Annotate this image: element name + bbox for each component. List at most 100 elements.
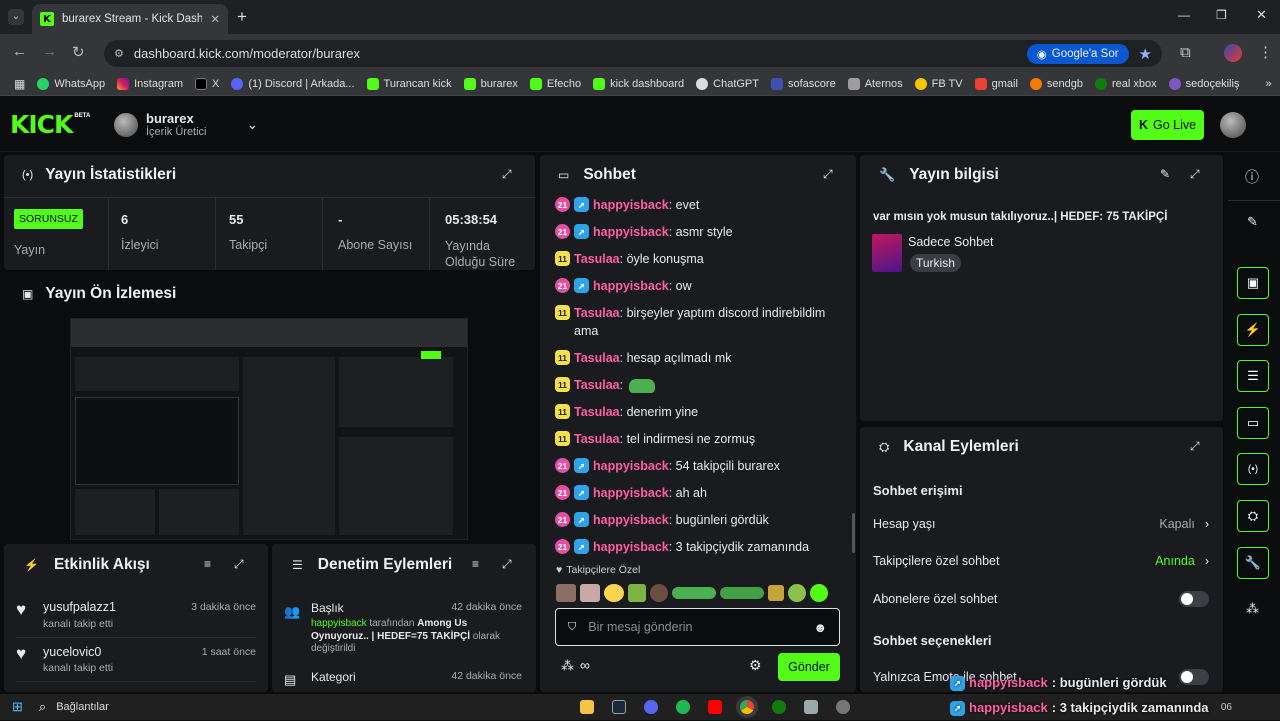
edit-icon[interactable]: ✎: [1247, 214, 1258, 230]
tab-search-icon[interactable]: ⌄: [8, 9, 24, 25]
bookmark-efecho[interactable]: Efecho: [524, 77, 587, 90]
bookmark-gmail[interactable]: gmail: [969, 77, 1024, 90]
google-ask-button[interactable]: ◉ Google'a Sor: [1026, 43, 1129, 64]
chat-username[interactable]: Tasulaa: [574, 351, 620, 365]
chat-username[interactable]: happyisback: [593, 279, 669, 293]
subs-chat-toggle[interactable]: [1179, 591, 1209, 607]
chat-widget-button[interactable]: ▭: [1237, 407, 1269, 439]
reload-icon[interactable]: ↻: [72, 43, 85, 61]
bookmark-fbtv[interactable]: FB TV: [909, 77, 969, 90]
apps-grid-icon[interactable]: ▦: [8, 77, 31, 91]
expand-icon[interactable]: ⤢: [502, 557, 512, 572]
emote-icon[interactable]: [810, 584, 828, 602]
discord-icon[interactable]: [643, 700, 658, 714]
expand-icon[interactable]: ⤢: [234, 557, 244, 572]
browser-tab[interactable]: K burarex Stream - Kick Dashboar ✕: [32, 4, 228, 34]
expand-icon[interactable]: ⤢: [1190, 439, 1200, 454]
tab-close-icon[interactable]: ✕: [210, 12, 220, 26]
bookmark-realxbox[interactable]: real xbox: [1089, 77, 1163, 90]
new-tab-icon[interactable]: +: [237, 7, 247, 27]
maximize-icon[interactable]: ❐: [1216, 8, 1227, 22]
filter-icon[interactable]: ≡: [472, 557, 479, 571]
bookmarks-overflow-icon[interactable]: »: [1259, 78, 1277, 90]
remote-desktop-icon[interactable]: [803, 700, 818, 714]
kick-emotes-icon[interactable]: ⁂: [561, 658, 574, 674]
chat-username[interactable]: happyisback: [593, 540, 669, 554]
emoji-icon[interactable]: ☻: [813, 620, 827, 635]
bookmark-star-icon[interactable]: ★: [1139, 45, 1152, 63]
windows-start-icon[interactable]: ⊞: [12, 699, 23, 715]
emote-icon[interactable]: [604, 584, 624, 602]
emote-icon[interactable]: [672, 587, 716, 599]
chat-input[interactable]: ⛉ Bir mesaj gönderin ☻: [555, 608, 840, 646]
actions-widget-button[interactable]: ⛭: [1237, 500, 1269, 532]
spotify-icon[interactable]: [675, 700, 690, 714]
send-button[interactable]: Gönder: [778, 653, 840, 681]
edit-icon[interactable]: ✎: [1160, 167, 1170, 181]
back-icon[interactable]: ←: [12, 43, 27, 60]
app-icon[interactable]: [835, 700, 850, 714]
chat-username[interactable]: Tasulaa: [574, 378, 620, 392]
chat-username[interactable]: happyisback: [593, 198, 669, 212]
url-field[interactable]: ⚙ dashboard.kick.com/moderator/burarex ◉…: [104, 40, 1162, 67]
channel-switcher[interactable]: burarex İçerik Üretici ⌄: [114, 111, 258, 138]
steam-icon[interactable]: [611, 700, 626, 714]
taskbar-search-label[interactable]: Bağlantılar: [56, 701, 109, 713]
activity-widget-button[interactable]: ⚡: [1237, 314, 1269, 346]
settings-gear-icon[interactable]: ⚙: [749, 657, 762, 674]
emote-icon[interactable]: [720, 587, 764, 599]
followers-chat-row[interactable]: Takipçilere özel sohbet Anında ›: [873, 554, 1209, 568]
youtube-icon[interactable]: [707, 700, 722, 714]
emote-icon[interactable]: [768, 585, 784, 601]
more-widgets-icon[interactable]: ⁂: [1246, 601, 1259, 617]
chat-username[interactable]: Tasulaa: [574, 252, 620, 266]
bookmark-whatsapp[interactable]: WhatsApp: [31, 77, 111, 90]
filter-icon[interactable]: ≡: [204, 557, 211, 571]
info-widget-button[interactable]: 🔧: [1237, 547, 1269, 579]
chat-username[interactable]: Tasulaa: [574, 432, 620, 446]
infinity-icon[interactable]: ∞: [580, 657, 590, 673]
bookmark-discord[interactable]: (1) Discord | Arkada...: [225, 77, 360, 90]
info-icon[interactable]: ⓘ: [1245, 167, 1259, 187]
bookmark-sofascore[interactable]: sofascore: [765, 77, 842, 90]
emote-icon[interactable]: [580, 584, 600, 602]
xbox-icon[interactable]: [771, 700, 786, 714]
bookmark-x[interactable]: X: [189, 77, 225, 90]
site-info-icon[interactable]: ⚙: [114, 47, 124, 60]
minimize-icon[interactable]: —: [1178, 8, 1190, 22]
expand-icon[interactable]: ⤢: [502, 167, 512, 182]
go-live-button[interactable]: K Go Live: [1131, 110, 1204, 140]
bookmark-aternos[interactable]: Aternos: [842, 77, 909, 90]
close-window-icon[interactable]: ✕: [1256, 7, 1267, 23]
chat-messages[interactable]: 21 ➚ happyisback: evet 21 ➚ happyisback: asmr…: [555, 196, 845, 557]
chat-username[interactable]: happyisback: [593, 486, 669, 500]
expand-icon[interactable]: ⤢: [823, 167, 833, 182]
chrome-icon[interactable]: [739, 700, 754, 714]
bookmark-turancan[interactable]: Turancan kick: [361, 77, 458, 90]
shield-icon[interactable]: ⛉: [568, 621, 576, 634]
emote-icon[interactable]: [650, 584, 668, 602]
bookmark-sendgb[interactable]: sendgb: [1024, 77, 1089, 90]
profile-avatar[interactable]: [1224, 44, 1242, 62]
chat-username[interactable]: happyisback: [593, 513, 669, 527]
extensions-icon[interactable]: ⧉: [1180, 44, 1191, 61]
bookmark-burarex[interactable]: burarex: [458, 77, 524, 90]
forward-icon[interactable]: →: [42, 43, 57, 60]
chat-scrollbar[interactable]: [852, 513, 855, 553]
file-explorer-icon[interactable]: [579, 700, 594, 714]
expand-icon[interactable]: ⤢: [1190, 167, 1200, 182]
stats-widget-button[interactable]: (•): [1237, 453, 1269, 485]
emote-icon[interactable]: [788, 584, 806, 602]
preview-widget-button[interactable]: ▣: [1237, 267, 1269, 299]
search-icon[interactable]: ⌕: [39, 699, 46, 715]
chat-username[interactable]: happyisback: [593, 459, 669, 473]
emote-icon[interactable]: [628, 584, 646, 602]
bookmark-chatgpt[interactable]: ChatGPT: [690, 77, 765, 90]
bookmark-instagram[interactable]: Instagram: [111, 77, 189, 90]
account-age-row[interactable]: Hesap yaşı Kapalı ›: [873, 517, 1209, 531]
browser-menu-icon[interactable]: ⋮: [1258, 43, 1273, 61]
kick-logo[interactable]: KICK BETA: [10, 110, 90, 139]
emote-icon[interactable]: [556, 584, 576, 602]
bookmark-kick-dashboard[interactable]: kick dashboard: [587, 77, 690, 90]
stream-preview-video[interactable]: [70, 318, 468, 540]
